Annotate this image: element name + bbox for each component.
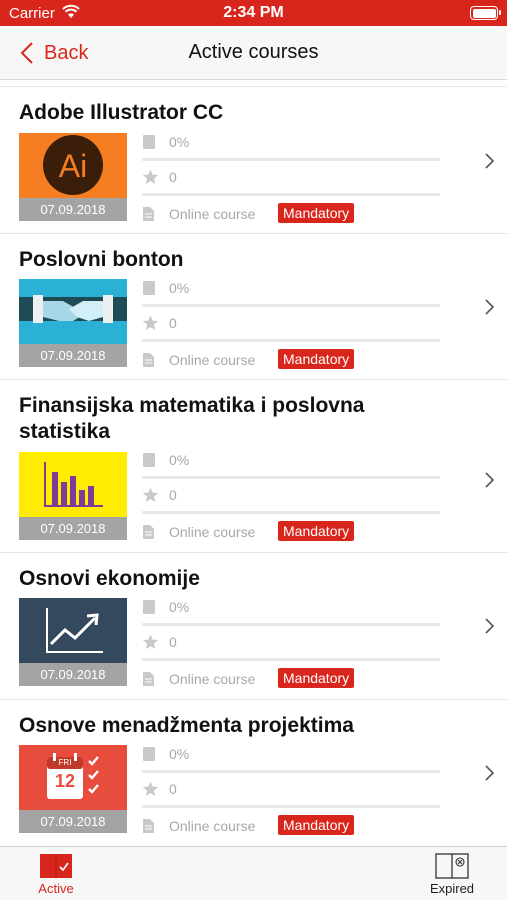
navigation-bar: Back Active courses xyxy=(0,26,507,80)
course-title: Finansijska matematika i poslovna statis… xyxy=(19,394,365,443)
document-icon xyxy=(143,819,154,833)
tab-active-label: Active xyxy=(38,881,74,896)
course-row[interactable]: Finansijska matematika i poslovna statis… xyxy=(0,380,507,553)
course-row[interactable]: Adobe Illustrator CC Ai 07.09.2018 0% 0 … xyxy=(0,87,507,234)
document-icon xyxy=(143,353,154,367)
course-thumbnail: 07.09.2018 xyxy=(19,452,127,540)
course-thumbnail: Ai 07.09.2018 xyxy=(19,133,127,221)
star-icon xyxy=(142,781,159,796)
star-icon xyxy=(142,634,159,649)
tab-expired[interactable]: Expired xyxy=(407,847,497,901)
course-meta: 0% 0 Online course Mandatory xyxy=(142,272,442,377)
course-type: Online course xyxy=(169,671,256,687)
chevron-right-icon[interactable] xyxy=(485,765,495,781)
progress-icon xyxy=(143,747,155,761)
calendar-checklist-icon: FRI 12 xyxy=(19,745,127,810)
course-date: 07.09.2018 xyxy=(19,663,127,686)
course-title: Poslovni bonton xyxy=(19,248,184,271)
course-thumbnail: 07.09.2018 xyxy=(19,279,127,367)
mandatory-badge: Mandatory xyxy=(278,668,355,688)
star-icon xyxy=(142,315,159,330)
course-row[interactable]: Osnove menadžmenta projektima FRI 12 07.… xyxy=(0,700,507,846)
course-rating: 0 xyxy=(169,634,177,650)
progress-icon xyxy=(143,281,155,295)
status-bar: Carrier 2:34 PM xyxy=(0,0,507,26)
illustrator-logo-icon: Ai xyxy=(19,133,127,198)
course-progress: 0% xyxy=(169,280,190,296)
course-rating: 0 xyxy=(169,315,177,331)
chevron-right-icon[interactable] xyxy=(485,618,495,634)
course-progress: 0% xyxy=(169,452,190,468)
course-thumbnail: FRI 12 07.09.2018 xyxy=(19,745,127,833)
progress-icon xyxy=(143,600,155,614)
course-meta: 0% 0 Online course Mandatory xyxy=(142,738,442,843)
course-rating: 0 xyxy=(169,781,177,797)
page-title: Active courses xyxy=(188,41,319,63)
expired-courses-icon xyxy=(435,853,469,879)
svg-text:Ai: Ai xyxy=(59,148,87,184)
course-date: 07.09.2018 xyxy=(19,198,127,221)
document-icon xyxy=(143,207,154,221)
course-progress: 0% xyxy=(169,746,190,762)
trend-chart-icon xyxy=(19,598,127,663)
course-type: Online course xyxy=(169,352,256,368)
mandatory-badge: Mandatory xyxy=(278,815,355,835)
battery-icon xyxy=(470,6,501,20)
course-type: Online course xyxy=(169,206,256,222)
course-meta: 0% 0 Online course Mandatory xyxy=(142,444,442,549)
course-list[interactable]: Adobe Illustrator CC Ai 07.09.2018 0% 0 … xyxy=(0,86,507,846)
mandatory-badge: Mandatory xyxy=(278,349,355,369)
tab-bar: Active Expired xyxy=(0,846,507,900)
course-type: Online course xyxy=(169,524,256,540)
course-date: 07.09.2018 xyxy=(19,517,127,540)
tab-active[interactable]: Active xyxy=(11,847,101,901)
course-meta: 0% 0 Online course Mandatory xyxy=(142,126,442,231)
course-row[interactable]: Osnovi ekonomije 07.09.2018 0% 0 Online … xyxy=(0,553,507,700)
course-title: Osnove menadžmenta projektima xyxy=(19,714,354,737)
tab-expired-label: Expired xyxy=(429,881,475,896)
progress-icon xyxy=(143,135,155,149)
course-rating: 0 xyxy=(169,169,177,185)
course-meta: 0% 0 Online course Mandatory xyxy=(142,591,442,696)
chevron-right-icon[interactable] xyxy=(485,299,495,315)
calendar-day: FRI xyxy=(58,758,72,767)
document-icon xyxy=(143,525,154,539)
course-type: Online course xyxy=(169,818,256,834)
course-rating: 0 xyxy=(169,487,177,503)
mandatory-badge: Mandatory xyxy=(278,521,355,541)
document-icon xyxy=(143,672,154,686)
course-title: Adobe Illustrator CC xyxy=(19,101,224,124)
course-progress: 0% xyxy=(169,599,190,615)
status-time: 2:34 PM xyxy=(223,4,284,21)
chevron-right-icon[interactable] xyxy=(485,472,495,488)
bar-chart-icon xyxy=(19,452,127,517)
course-date: 07.09.2018 xyxy=(19,344,127,367)
chevron-right-icon[interactable] xyxy=(485,153,495,169)
star-icon xyxy=(142,169,159,184)
active-courses-icon xyxy=(40,854,72,878)
course-title: Osnovi ekonomije xyxy=(19,567,200,590)
calendar-date: 12 xyxy=(54,771,76,791)
star-icon xyxy=(142,487,159,502)
course-thumbnail: 07.09.2018 xyxy=(19,598,127,686)
progress-icon xyxy=(143,453,155,467)
course-progress: 0% xyxy=(169,134,190,150)
mandatory-badge: Mandatory xyxy=(278,203,355,223)
handshake-icon xyxy=(19,279,127,344)
course-row[interactable]: Poslovni bonton 07.09.2018 0% 0 Online c… xyxy=(0,234,507,380)
course-date: 07.09.2018 xyxy=(19,810,127,833)
